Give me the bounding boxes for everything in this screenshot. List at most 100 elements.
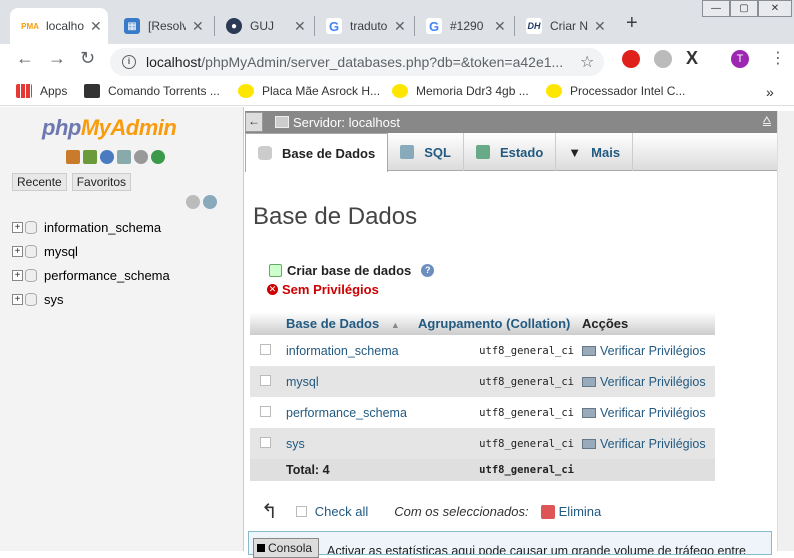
profile-avatar[interactable]: T [731, 50, 749, 68]
main-content: ← Servidor: localhost ⩠ Base de Dados SQ… [245, 107, 794, 558]
caret-down-icon: ▼ [568, 144, 582, 160]
reload-icon[interactable]: ↻ [80, 48, 95, 69]
collapse-all-icon[interactable] [186, 195, 200, 209]
database-link[interactable]: information_schema [282, 335, 414, 366]
row-checkbox[interactable] [260, 436, 271, 448]
close-icon[interactable]: ✕ [294, 18, 306, 35]
expand-icon[interactable]: + [12, 293, 23, 305]
tab-databases[interactable]: Base de Dados [245, 133, 389, 172]
check-privileges-link[interactable]: Verificar Privilégios [578, 397, 715, 428]
status-icon [475, 145, 490, 159]
ml-icon [546, 84, 562, 98]
tab-status[interactable]: Estado [464, 133, 557, 171]
close-icon[interactable]: ✕ [192, 18, 204, 35]
back-arrow-icon[interactable]: ← [245, 112, 263, 132]
expand-icon[interactable]: + [12, 245, 23, 257]
close-icon[interactable]: ✕ [90, 18, 102, 35]
tree-item[interactable]: + performance_schema [12, 263, 170, 287]
apps-icon [16, 84, 32, 98]
check-privileges-link[interactable]: Verificar Privilégios [578, 428, 715, 459]
ml-icon [238, 84, 254, 98]
bookmark-item[interactable]: Processador Intel C... [546, 84, 685, 98]
link-icon[interactable] [203, 195, 217, 209]
bookmark-star-icon[interactable]: ☆ [580, 52, 594, 72]
pma-logo[interactable]: phpMyAdmin [42, 115, 177, 141]
home-icon[interactable] [66, 150, 80, 164]
bookmark-item[interactable]: Memoria Ddr3 4gb ... [392, 84, 529, 98]
back-icon[interactable]: ← [16, 48, 34, 69]
tab-recent[interactable]: Recente [12, 173, 67, 191]
browser-tab[interactable]: G tradutor ✕ [314, 8, 414, 44]
browser-tab[interactable]: PMA localhost ✕ [10, 8, 108, 44]
table-row: mysql utf8_general_ci Verificar Privilég… [250, 366, 715, 397]
tab-title: #1290 [450, 19, 484, 33]
row-checkbox[interactable] [260, 374, 271, 386]
address-bar[interactable]: i localhost/phpMyAdmin/server_databases.… [110, 48, 604, 76]
check-all-link[interactable]: Check all [315, 504, 368, 519]
browser-tab[interactable]: G #1290 ✕ [414, 8, 514, 44]
info-icon[interactable]: i [122, 55, 136, 69]
browser-tab[interactable]: DH Criar No ✕ [514, 8, 614, 44]
collation-value: utf8_general_ci [414, 366, 578, 397]
help-icon[interactable]: ? [421, 264, 435, 277]
close-icon[interactable]: ✕ [394, 18, 406, 35]
server-label[interactable]: Servidor: localhost [293, 115, 400, 130]
browser-tab[interactable]: ● GUJ ✕ [214, 8, 314, 44]
tree-item[interactable]: + mysql [12, 239, 170, 263]
check-all-checkbox[interactable] [295, 506, 307, 517]
dh-icon: DH [526, 18, 542, 34]
tree-item[interactable]: + sys [12, 287, 170, 311]
globe-extension-icon[interactable] [654, 50, 672, 68]
browser-toolbar: ← → ↻ i localhost/phpMyAdmin/server_data… [0, 44, 794, 76]
close-window-button[interactable]: ✕ [758, 0, 792, 17]
reload-icon[interactable] [151, 150, 165, 164]
console-toggle[interactable]: Consola [253, 538, 319, 558]
database-icon [25, 268, 37, 282]
databases-table: Base de Dados ▲ Agrupamento (Collation) … [250, 312, 715, 481]
expand-icon[interactable]: + [12, 269, 23, 281]
opera-extension-icon[interactable] [622, 50, 640, 68]
bookmark-item[interactable]: Comando Torrents ... [84, 84, 220, 98]
close-icon[interactable]: ✕ [594, 18, 606, 35]
database-link[interactable]: sys [282, 428, 414, 459]
bookmarks-more[interactable]: » [766, 84, 774, 100]
check-privileges-link[interactable]: Verificar Privilégios [578, 366, 715, 397]
check-privileges-link[interactable]: Verificar Privilégios [578, 335, 715, 366]
tab-sql[interactable]: SQL [388, 133, 464, 171]
row-checkbox[interactable] [260, 405, 271, 417]
row-checkbox[interactable] [260, 343, 271, 355]
minimize-button[interactable]: — [702, 0, 730, 17]
database-link[interactable]: mysql [282, 366, 414, 397]
column-header-database[interactable]: Base de Dados ▲ [282, 312, 414, 335]
new-tab-button[interactable]: + [626, 12, 638, 35]
logout-icon[interactable] [83, 150, 97, 164]
column-header-collation[interactable]: Agrupamento (Collation) [414, 312, 578, 335]
docs-icon[interactable] [117, 150, 131, 164]
drop-link[interactable]: Elimina [559, 504, 602, 519]
statistics-notice: Activar as estatísticas aqui pode causar… [248, 531, 772, 555]
table-row: sys utf8_general_ci Verificar Privilégio… [250, 428, 715, 459]
bookmark-apps[interactable]: Apps [16, 84, 67, 98]
create-database-link[interactable]: Criar base de dados ? [269, 263, 435, 278]
sql-icon [400, 145, 415, 159]
menu-icon[interactable]: ⋮ [770, 48, 786, 68]
browser-tab[interactable]: ▦ [Resolvido] ✕ [112, 8, 212, 44]
tab-more[interactable]: ▼ Mais [556, 133, 634, 171]
x-extension-icon[interactable]: X [686, 48, 698, 69]
tab-favorites[interactable]: Favoritos [71, 173, 132, 191]
tab-title: tradutor [350, 19, 388, 33]
add-database-icon [269, 264, 282, 277]
column-header-actions: Acções [578, 312, 715, 335]
privileges-icon [582, 346, 596, 357]
forward-icon[interactable]: → [48, 48, 66, 69]
close-icon[interactable]: ✕ [494, 18, 506, 35]
database-link[interactable]: performance_schema [282, 397, 414, 428]
help-icon[interactable] [100, 150, 114, 164]
tree-item[interactable]: + information_schema [12, 215, 170, 239]
collapse-icon[interactable]: ⩠ [762, 112, 771, 129]
scrollbar[interactable] [777, 111, 794, 551]
expand-icon[interactable]: + [12, 221, 23, 233]
bookmark-item[interactable]: Placa Mãe Asrock H... [238, 84, 380, 98]
maximize-button[interactable]: ▢ [730, 0, 758, 17]
settings-icon[interactable] [134, 150, 148, 164]
